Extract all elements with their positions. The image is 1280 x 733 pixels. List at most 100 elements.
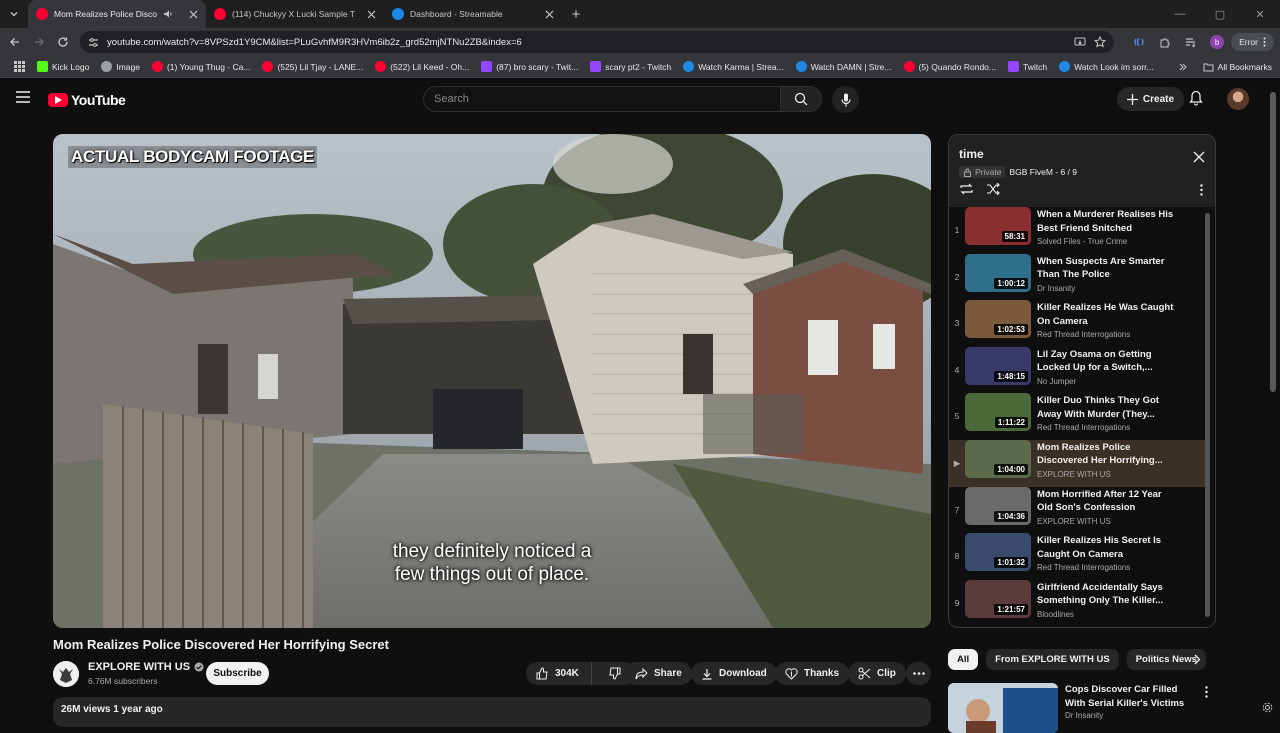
recommendation-thumbnail[interactable]: [948, 683, 1058, 733]
playlist-item-thumbnail[interactable]: 1:00:12: [965, 253, 1031, 292]
playlist-item-index: ▶: [953, 457, 961, 468]
playlist-item-thumbnail[interactable]: 58:31: [965, 207, 1031, 245]
playlist-item[interactable]: 1 58:31 When a Murderer Realises His Best …: [949, 207, 1207, 254]
tab-search-button[interactable]: [0, 0, 28, 28]
bookmark-item[interactable]: (1) Young Thug - Ca...: [146, 56, 256, 78]
playlist-item[interactable]: 2 1:00:12 When Suspects Are Smarter Than T…: [949, 253, 1207, 301]
playlist-title[interactable]: time: [959, 147, 984, 161]
bookmark-item[interactable]: Image: [95, 56, 146, 78]
account-avatar[interactable]: [1227, 88, 1249, 110]
loop-icon[interactable]: [959, 183, 974, 195]
playlist-menu-button[interactable]: [1200, 184, 1203, 196]
description-box[interactable]: 26M views 1 year ago: [53, 697, 931, 727]
tab-0[interactable]: Mom Realizes Police Disco: [28, 0, 206, 28]
window-close-button[interactable]: ✕: [1240, 0, 1280, 28]
recommendation-title[interactable]: Cops Discover Car Filled With Serial Kil…: [1065, 683, 1195, 710]
chips-next-button[interactable]: [1193, 654, 1201, 665]
bookmark-item[interactable]: Watch Karma | Strea...: [677, 56, 790, 78]
channel-avatar[interactable]: [53, 661, 79, 687]
bookmark-item[interactable]: (522) Lil Keed - Oh...: [369, 56, 475, 78]
playlist-item-meta: Mom Realizes Police Discovered Her Horri…: [1037, 441, 1175, 479]
playlist-item-thumbnail[interactable]: 1:11:22: [965, 393, 1031, 432]
speaker-icon[interactable]: [163, 9, 173, 19]
wave-icon: [1134, 37, 1144, 47]
more-actions-button[interactable]: [906, 662, 931, 685]
voice-search-button[interactable]: [832, 86, 859, 113]
playlist-item-thumbnail[interactable]: 1:02:53: [965, 300, 1031, 339]
forward-button[interactable]: [27, 28, 51, 56]
new-tab-button[interactable]: +: [562, 0, 590, 28]
install-app-icon[interactable]: [1074, 36, 1086, 48]
like-button[interactable]: 304K: [526, 662, 592, 685]
chip-from-channel[interactable]: From EXPLORE WITH US: [986, 649, 1119, 670]
playlist-item-current[interactable]: ▶ 1:04:00 Mom Realizes Police Discovered H…: [949, 439, 1207, 487]
playlist-item[interactable]: 3 1:02:53 Killer Realizes He Was Caught On…: [949, 300, 1207, 347]
video-player[interactable]: ACTUAL BODYCAM FOOTAGE they definitely n…: [53, 134, 931, 628]
close-icon[interactable]: [545, 10, 554, 19]
youtube-logo[interactable]: YouTube: [48, 92, 126, 108]
search-input[interactable]: [434, 93, 780, 105]
playlist-scrollbar[interactable]: [1205, 213, 1210, 617]
playlist-item-thumbnail[interactable]: 1:04:36: [965, 486, 1031, 525]
reload-button[interactable]: [51, 28, 75, 56]
bookmark-item[interactable]: scary pt2 - Twitch: [584, 56, 677, 78]
bookmark-item[interactable]: (5) Quando Rondo...: [898, 56, 1003, 78]
bookmark-item[interactable]: Watch DAMN | Stre...: [790, 56, 898, 78]
thanks-button[interactable]: Thanks: [775, 662, 850, 685]
tab-2[interactable]: Dashboard - Streamable: [384, 0, 562, 28]
back-button[interactable]: [3, 28, 27, 56]
address-bar[interactable]: youtube.com/watch?v=8VPSzd1Y9CM&list=PLu…: [80, 31, 1114, 53]
page-settings-button[interactable]: [1262, 702, 1273, 713]
create-button[interactable]: Create: [1117, 87, 1184, 111]
minimize-button[interactable]: —: [1160, 0, 1200, 28]
bookmark-item[interactable]: Twitch: [1002, 56, 1053, 78]
error-button[interactable]: Error: [1231, 33, 1274, 51]
playlist-item[interactable]: 5 1:11:22 Killer Duo Thinks They Got Away …: [949, 393, 1207, 440]
close-icon[interactable]: [367, 10, 376, 19]
recommendation-channel[interactable]: Dr Insanity: [1065, 711, 1103, 720]
playlist-item-thumbnail[interactable]: 1:21:57: [965, 579, 1031, 618]
playlist-item-thumbnail[interactable]: 1:01:32: [965, 533, 1031, 572]
clip-button[interactable]: Clip: [848, 662, 906, 685]
playlist-item-meta: Lil Zay Osama on Getting Locked Up for a…: [1037, 348, 1175, 386]
playlist-item-thumbnail[interactable]: 1:48:15: [965, 346, 1031, 385]
bookmark-item[interactable]: Watch Look im sorr...: [1053, 56, 1160, 78]
apps-button[interactable]: [8, 56, 31, 78]
notifications-button[interactable]: [1189, 90, 1203, 106]
extensions-button[interactable]: [1153, 30, 1177, 54]
bookmark-star-icon[interactable]: [1094, 36, 1106, 48]
bookmark-item[interactable]: (87) bro scary - Twit...: [475, 56, 584, 78]
shuffle-icon[interactable]: [986, 183, 1000, 195]
close-playlist-button[interactable]: [1193, 151, 1205, 163]
site-info-icon[interactable]: [88, 37, 99, 48]
maximize-button[interactable]: ▢: [1200, 0, 1240, 28]
playlist-item[interactable]: 4 1:48:15 Lil Zay Osama on Getting Locked …: [949, 346, 1207, 394]
extension-icon[interactable]: [1127, 30, 1151, 54]
close-icon[interactable]: [189, 10, 198, 19]
more-bookmarks-button[interactable]: [1178, 56, 1188, 78]
guide-menu-button[interactable]: [16, 91, 30, 103]
twitch-icon: [590, 61, 602, 72]
page-scrollbar[interactable]: [1270, 92, 1276, 392]
chip-all[interactable]: All: [948, 649, 979, 670]
playlist-item[interactable]: 9 1:21:57 Girlfriend Accidentally Says Som…: [949, 579, 1207, 627]
search-button[interactable]: [780, 86, 822, 112]
tab-1[interactable]: (114) Chuckyy X Lucki Sample T: [206, 0, 384, 28]
kebab-menu-icon: [1200, 184, 1203, 196]
playlist-item[interactable]: 7 1:04:36 Mom Horrified After 12 Year Old …: [949, 486, 1207, 534]
playlist-item[interactable]: 8 1:01:32 Killer Realizes His Secret Is Ca…: [949, 533, 1207, 580]
bookmark-item[interactable]: Kick Logo: [31, 56, 95, 78]
channel-name-link[interactable]: EXPLORE WITH US: [88, 661, 204, 673]
bookmark-item[interactable]: (525) Lil Tjay - LANE...: [256, 56, 369, 78]
playlist-item-thumbnail[interactable]: 1:04:00: [965, 439, 1031, 478]
download-button[interactable]: Download: [691, 662, 777, 685]
subscribe-button[interactable]: Subscribe: [206, 662, 269, 685]
recommendation-menu-button[interactable]: [1205, 686, 1208, 698]
playlist-item-title: Killer Duo Thinks They Got Away With Mur…: [1037, 395, 1159, 420]
media-controls-button[interactable]: [1179, 30, 1203, 54]
all-bookmarks-button[interactable]: All Bookmarks: [1203, 56, 1272, 78]
search-box[interactable]: [423, 86, 781, 112]
share-button[interactable]: Share: [625, 662, 692, 685]
globe-icon: [101, 61, 113, 72]
profile-button[interactable]: b: [1205, 30, 1229, 54]
